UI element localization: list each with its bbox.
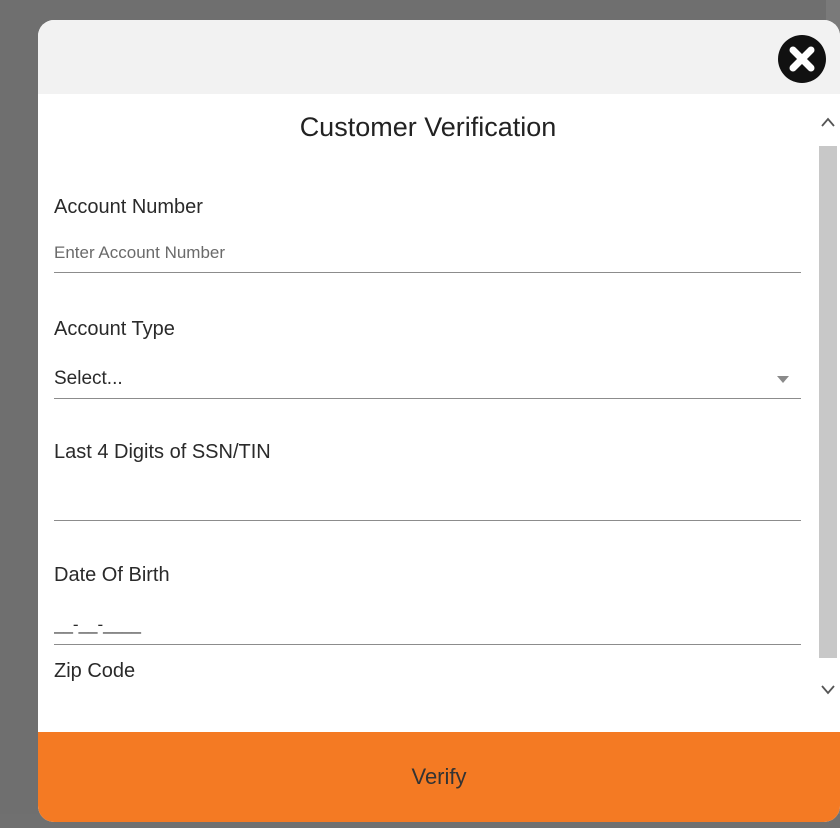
modal-title: Customer Verification bbox=[299, 112, 557, 142]
account-number-label: Account Number bbox=[54, 196, 203, 218]
scroll-thumb[interactable] bbox=[819, 146, 837, 658]
scrollbar[interactable] bbox=[816, 94, 840, 732]
ssn-input[interactable] bbox=[54, 482, 801, 521]
modal-body: Customer Verification Account Number Acc… bbox=[38, 94, 840, 732]
date-of-birth-input[interactable] bbox=[54, 606, 801, 645]
account-type-value: Select... bbox=[54, 368, 123, 389]
modal-header bbox=[38, 20, 840, 94]
chevron-down-icon[interactable] bbox=[820, 684, 836, 696]
caret-down-icon bbox=[777, 376, 789, 383]
chevron-up-icon[interactable] bbox=[820, 116, 836, 128]
account-number-input[interactable] bbox=[54, 234, 801, 273]
account-type-label: Account Type bbox=[54, 318, 175, 340]
verify-button[interactable]: Verify bbox=[38, 732, 840, 822]
zip-code-label: Zip Code bbox=[54, 660, 136, 682]
ssn-label: Last 4 Digits of SSN/TIN bbox=[54, 441, 271, 463]
date-of-birth-label: Date Of Birth bbox=[54, 564, 170, 586]
verification-modal: Customer Verification Account Number Acc… bbox=[38, 20, 840, 822]
close-button[interactable] bbox=[778, 35, 826, 83]
overlay-backdrop bbox=[0, 0, 10, 828]
close-circle-icon bbox=[779, 36, 825, 82]
account-type-select[interactable]: Select... bbox=[54, 360, 801, 399]
